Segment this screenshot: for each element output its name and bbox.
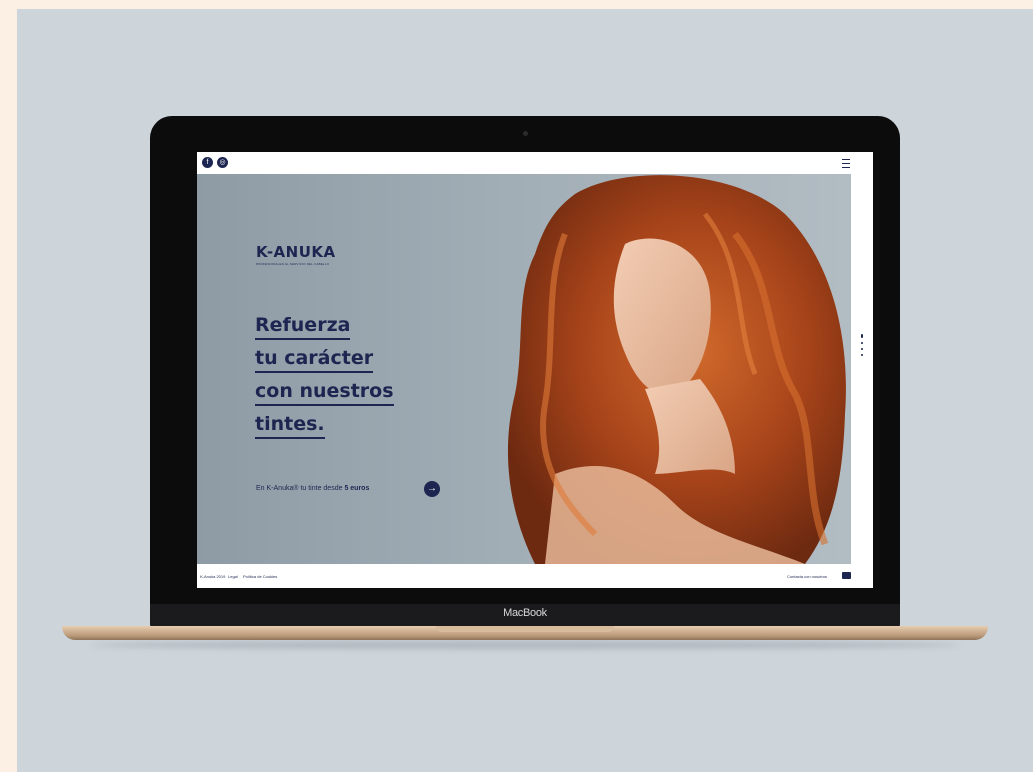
- footer-link-legal[interactable]: Legal: [228, 574, 238, 579]
- headline-line: con nuestros: [255, 380, 475, 406]
- cta-prefix: En K-Anuka® tu tinte desde: [256, 485, 343, 492]
- page-margin-left: [0, 0, 17, 772]
- laptop-shadow: [90, 641, 960, 649]
- camera-icon: [523, 131, 528, 136]
- footer-contact-link[interactable]: Contacta con nosotros: [787, 574, 827, 579]
- menu-icon[interactable]: [842, 159, 850, 168]
- hero-portrait-image: [508, 175, 846, 564]
- hero-section: K-ANUKA PROFESIONALES AL SERVICIO DEL CA…: [197, 174, 851, 564]
- arrow-right-icon[interactable]: →: [424, 481, 440, 497]
- laptop-screen: f ◎ K-ANUKA PROFESIONALES AL SERVICIO DE…: [197, 152, 873, 588]
- headline-line: tu carácter: [255, 347, 475, 373]
- slide-dot[interactable]: [861, 354, 863, 356]
- hero-headline: Refuerza tu carácter con nuestros tintes…: [255, 314, 475, 446]
- laptop-base-notch: [436, 626, 614, 632]
- page-margin-top: [17, 0, 1033, 9]
- site-topbar: f ◎: [197, 152, 873, 174]
- footer-link-cookies[interactable]: Política de Cookies: [243, 574, 277, 579]
- device-label: MacBook: [503, 607, 547, 619]
- site-footer: K-Anuka 2019 Legal Política de Cookies C…: [197, 564, 873, 588]
- slide-dot[interactable]: [861, 348, 863, 350]
- slide-dot-active[interactable]: [861, 334, 863, 338]
- chat-icon[interactable]: [842, 572, 851, 579]
- brand-logo[interactable]: K-ANUKA PROFESIONALES AL SERVICIO DEL CA…: [256, 243, 336, 266]
- headline-line: Refuerza: [255, 314, 475, 340]
- brand-tagline: PROFESIONALES AL SERVICIO DEL CABELLO: [256, 262, 330, 266]
- facebook-icon[interactable]: f: [202, 157, 213, 168]
- cta-price: 5 euros: [344, 485, 370, 492]
- cta-text: En K-Anuka® tu tinte desde 5 euros: [256, 485, 369, 492]
- brand-name: K-ANUKA: [256, 243, 336, 261]
- footer-copyright: K-Anuka 2019: [200, 574, 226, 579]
- slide-pagination: [860, 334, 864, 360]
- instagram-icon[interactable]: ◎: [217, 157, 228, 168]
- slide-dot[interactable]: [861, 342, 863, 344]
- headline-line: tintes.: [255, 413, 475, 439]
